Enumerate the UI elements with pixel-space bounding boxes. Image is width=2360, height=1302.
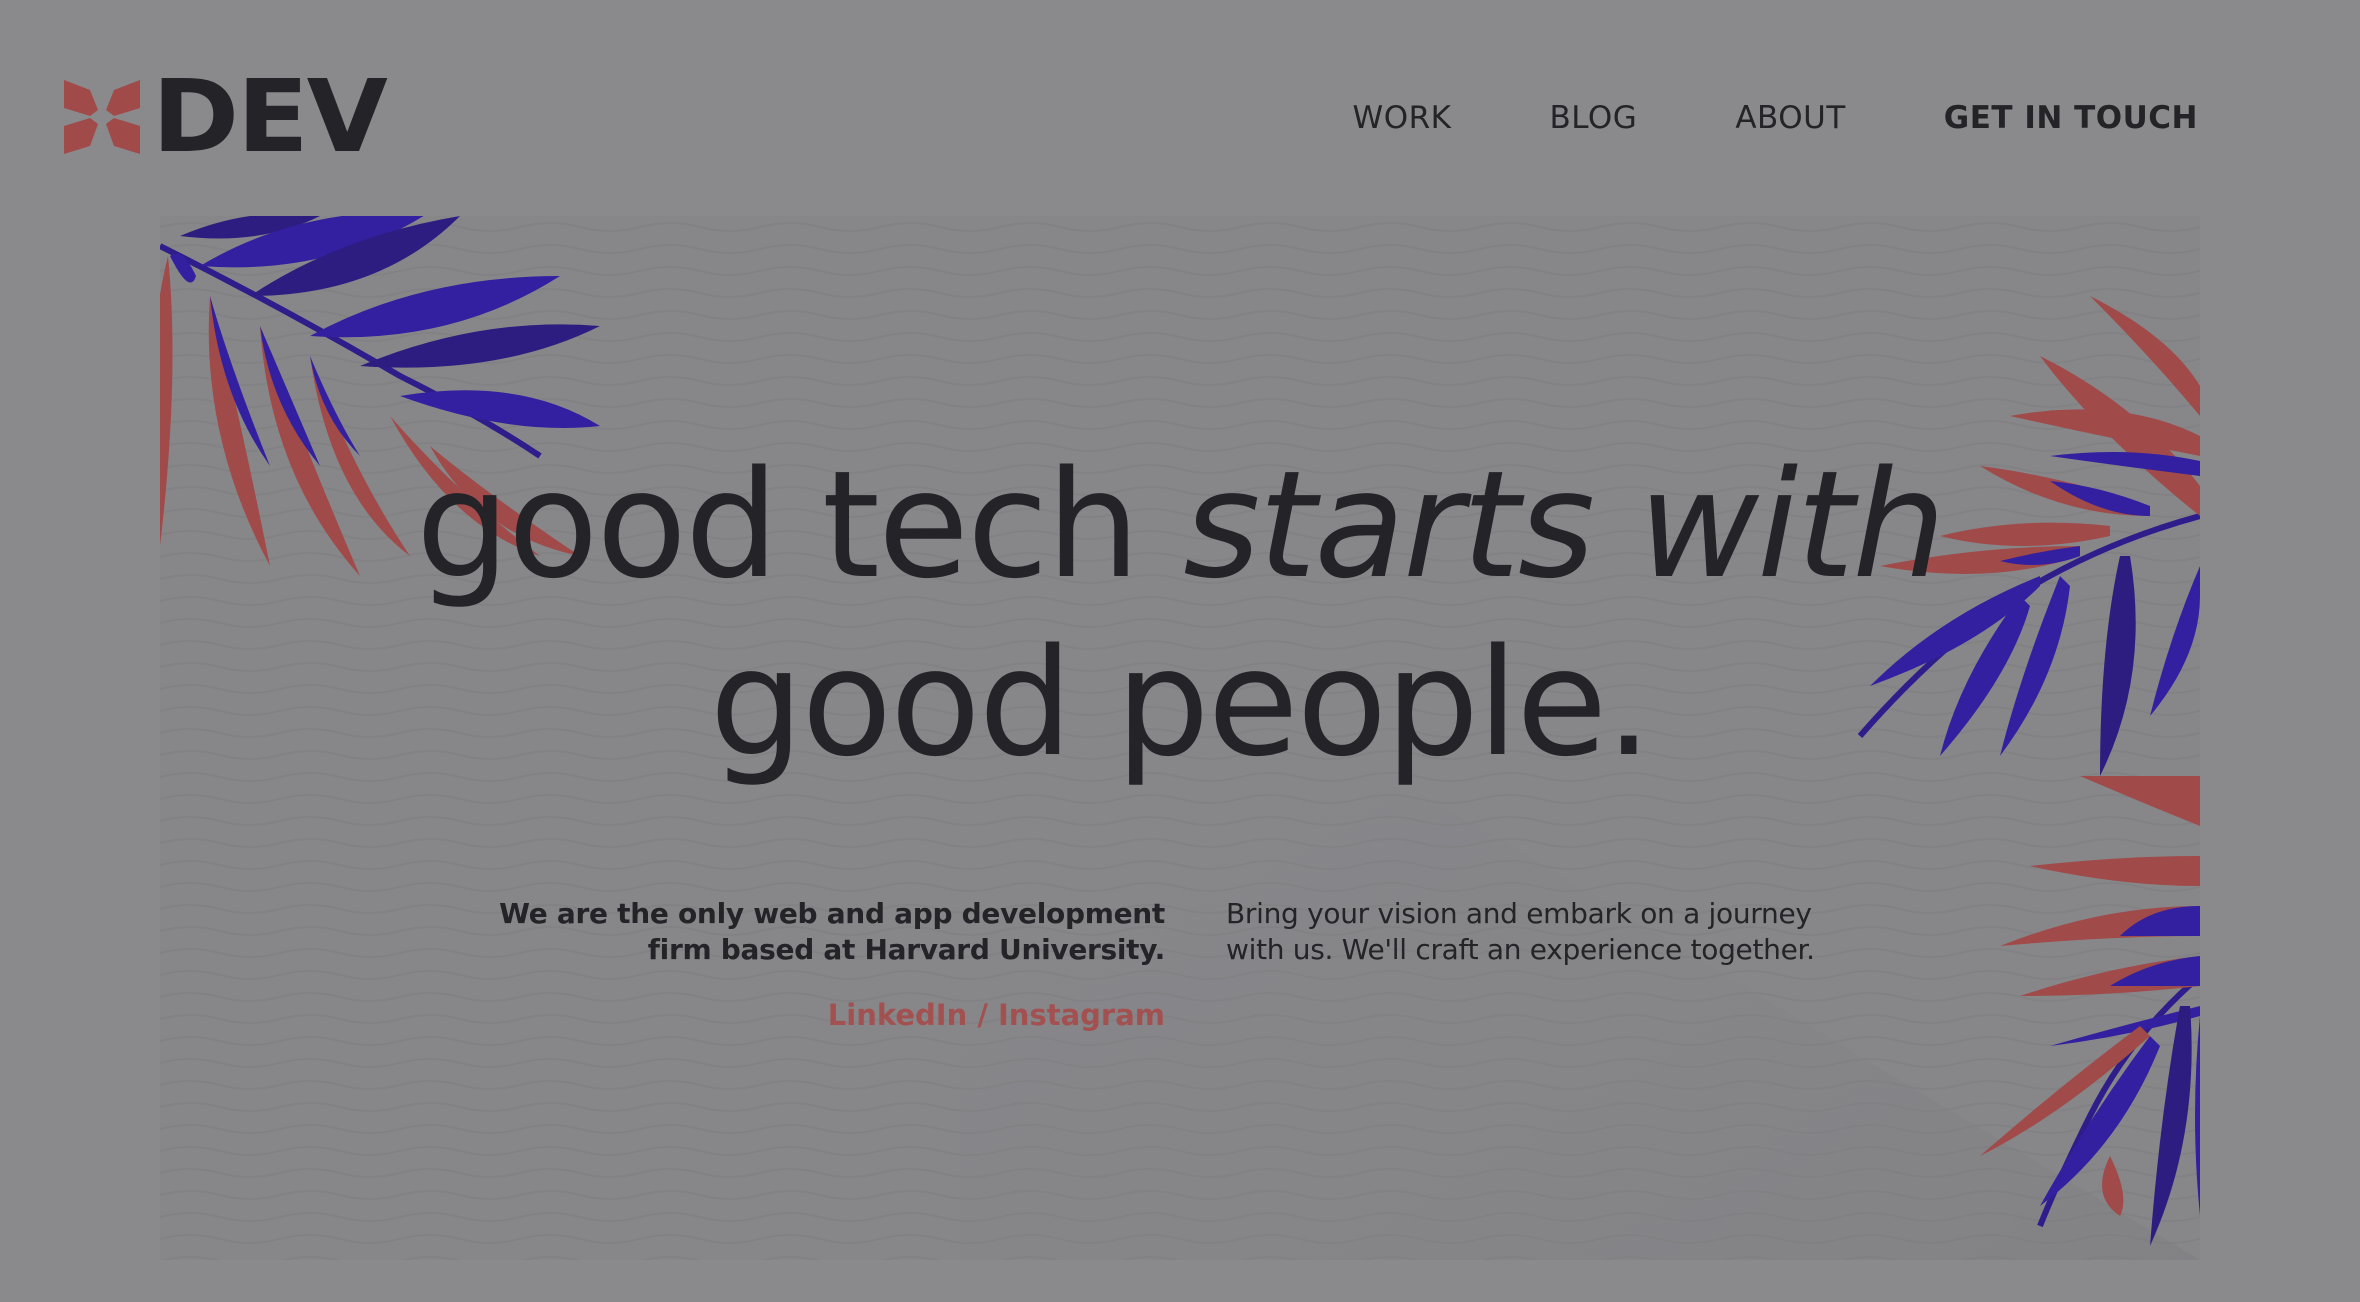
headline-line-2: good people. <box>709 617 1653 789</box>
site-header: DEV WORK BLOG ABOUT GET IN TOUCH <box>0 0 2360 200</box>
logo-wordmark: DEV <box>152 58 388 175</box>
intro-line-1: We are the only web and app development <box>499 897 1165 930</box>
headline-part-2: starts with <box>1183 439 1946 611</box>
blurb-left-column: We are the only web and app development … <box>465 896 1165 1032</box>
hero-section: good tech starts with good people. We ar… <box>160 216 2200 1260</box>
headline-part-1: good tech <box>415 439 1184 611</box>
butterfly-logo-icon <box>64 80 140 154</box>
nav-blog[interactable]: BLOG <box>1549 100 1637 136</box>
nav-work[interactable]: WORK <box>1353 100 1452 136</box>
nav-get-in-touch[interactable]: GET IN TOUCH <box>1944 100 2198 136</box>
right-lower-palm-icon <box>1980 776 2200 1246</box>
tagline-line-2: with us. We'll craft an experience toget… <box>1226 933 1815 966</box>
intro-statement: We are the only web and app development … <box>465 896 1165 968</box>
main-nav: WORK BLOG ABOUT GET IN TOUCH <box>1255 100 2198 136</box>
tagline-line-1: Bring your vision and embark on a journe… <box>1226 897 1812 930</box>
tagline: Bring your vision and embark on a journe… <box>1226 896 1866 968</box>
social-links[interactable]: LinkedIn / Instagram <box>828 998 1165 1032</box>
hero-headline: good tech starts with good people. <box>160 436 2200 792</box>
logo-link[interactable]: DEV <box>60 67 388 167</box>
nav-about[interactable]: ABOUT <box>1735 100 1845 136</box>
intro-line-2: firm based at Harvard University. <box>647 933 1166 966</box>
